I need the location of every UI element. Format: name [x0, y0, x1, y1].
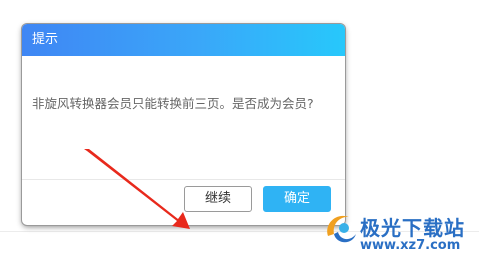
watermark-logo-icon — [327, 215, 356, 243]
site-watermark: 极光下载站 www.xz7.com — [320, 208, 479, 265]
watermark-site-name: 极光下载站 — [360, 216, 465, 240]
watermark-url: www.xz7.com — [360, 238, 461, 253]
